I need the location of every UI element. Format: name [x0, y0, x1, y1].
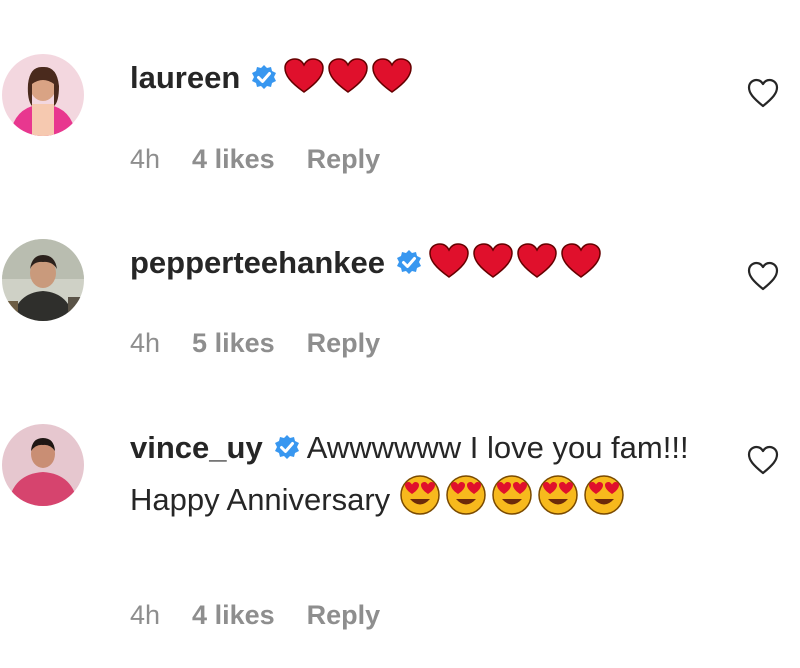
red-heart-icon [429, 243, 469, 291]
red-heart-icon [328, 58, 369, 106]
avatar[interactable] [2, 424, 84, 506]
heart-eyes-icon [491, 474, 533, 528]
heart-outline-icon[interactable] [746, 443, 780, 477]
red-heart-icon [561, 243, 601, 291]
comment-body: vince_uy Awwwwww I love you fam!!! Happy … [130, 425, 720, 528]
likes-count[interactable]: 4 likes [192, 144, 275, 175]
comment-meta: 4h 4 likes Reply [130, 600, 380, 631]
heart-outline-icon[interactable] [746, 76, 780, 110]
heart-outline-icon[interactable] [746, 259, 780, 293]
red-heart-icon [473, 243, 513, 291]
heart-eyes-icon [583, 474, 625, 528]
timestamp: 4h [130, 144, 161, 174]
red-heart-icon [284, 58, 325, 106]
username[interactable]: vince_uy [130, 430, 263, 465]
comment-meta: 4h 5 likes Reply [130, 328, 380, 359]
username[interactable]: pepperteehankee [130, 245, 385, 280]
heart-eyes-icon [445, 474, 487, 528]
timestamp: 4h [130, 600, 161, 630]
emoji-group [390, 475, 629, 517]
verified-badge-icon [395, 244, 423, 289]
comment-body: pepperteehankee [130, 240, 720, 291]
likes-count[interactable]: 5 likes [192, 328, 275, 359]
likes-count[interactable]: 4 likes [192, 600, 275, 631]
heart-eyes-icon [399, 474, 441, 528]
red-heart-icon [517, 243, 557, 291]
avatar[interactable] [2, 54, 84, 136]
reply-button[interactable]: Reply [307, 328, 381, 359]
username[interactable]: laureen [130, 60, 240, 95]
emoji-group [284, 58, 416, 95]
comment-body: laureen [130, 55, 720, 106]
comment-meta: 4h 4 likes Reply [130, 144, 380, 175]
reply-button[interactable]: Reply [307, 600, 381, 631]
heart-eyes-icon [537, 474, 579, 528]
verified-badge-icon [273, 429, 301, 474]
red-heart-icon [372, 58, 413, 106]
verified-badge-icon [250, 59, 278, 104]
emoji-group [429, 243, 605, 280]
reply-button[interactable]: Reply [307, 144, 381, 175]
avatar[interactable] [2, 239, 84, 321]
timestamp: 4h [130, 328, 161, 358]
